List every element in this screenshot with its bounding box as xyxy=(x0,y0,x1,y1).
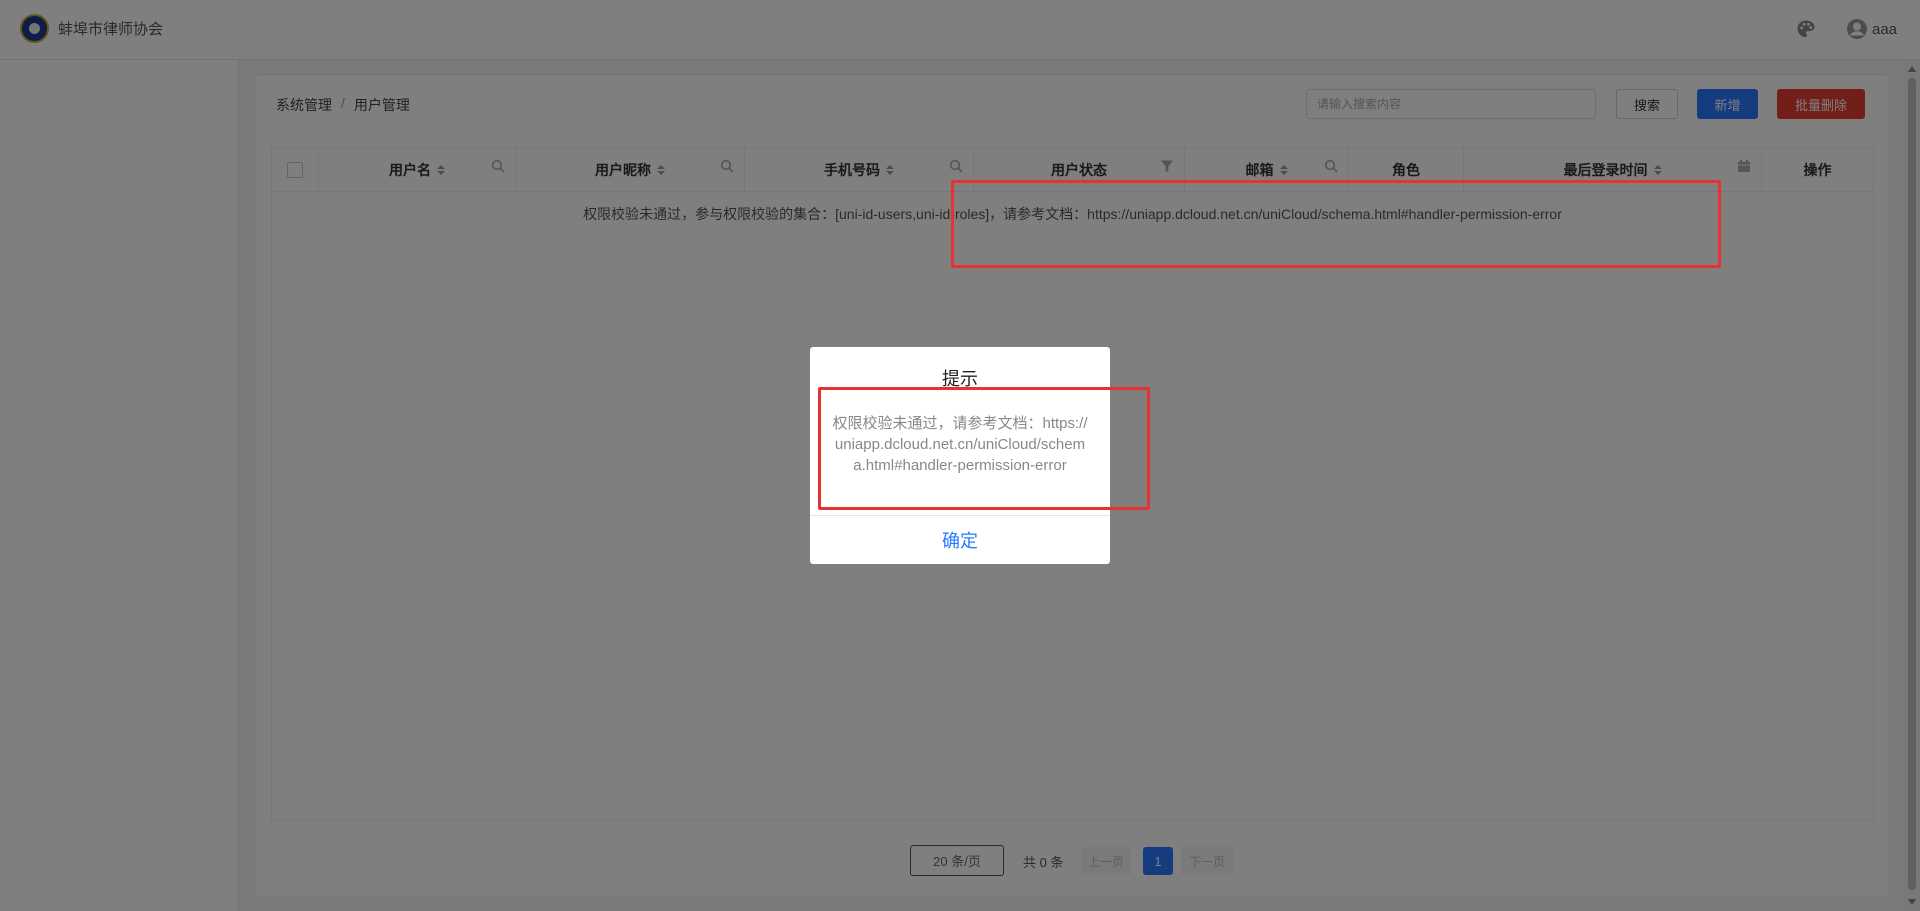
annotation-highlight-table-error xyxy=(951,180,1721,268)
dialog-confirm-button[interactable]: 确定 xyxy=(810,515,1110,564)
annotation-highlight-dialog-message xyxy=(818,387,1150,510)
